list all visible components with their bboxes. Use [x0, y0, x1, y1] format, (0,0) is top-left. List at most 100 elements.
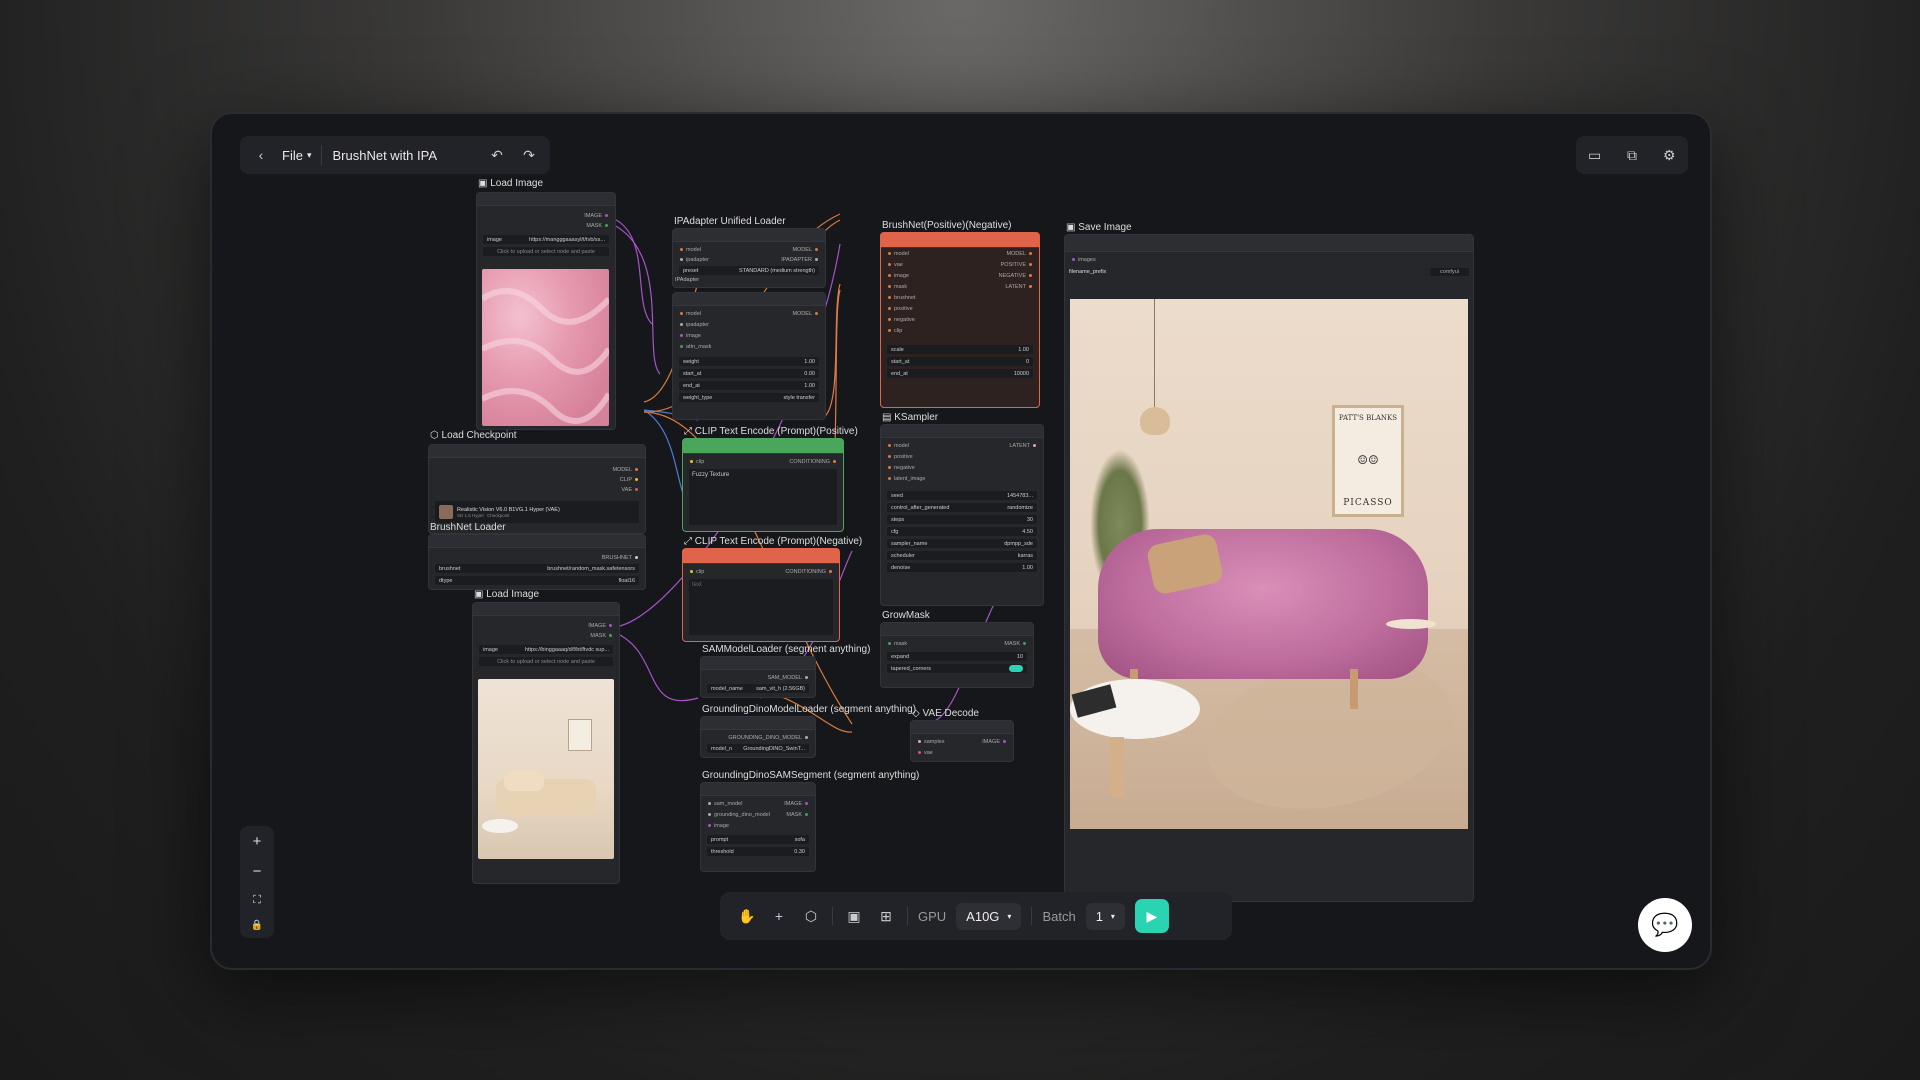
- input-mask[interactable]: mask: [885, 641, 907, 647]
- fit-view-icon[interactable]: ⛶: [253, 894, 261, 907]
- output-clip[interactable]: CLIP: [433, 475, 641, 484]
- output-conditioning[interactable]: CONDITIONING: [789, 459, 839, 465]
- input-port[interactable]: brushnet: [885, 293, 1035, 302]
- input-attn-mask[interactable]: attn_mask: [677, 342, 821, 351]
- weight-type-field[interactable]: weight_type style transfer: [679, 393, 819, 402]
- prompt-field[interactable]: prompt sofa: [707, 835, 809, 844]
- node-clip-negative[interactable]: clip CONDITIONING text: [682, 548, 840, 642]
- output-sam-model[interactable]: SAM_MODEL: [705, 673, 811, 682]
- layout-icon[interactable]: ⊞: [875, 905, 897, 927]
- input-sam-model[interactable]: sam_model: [705, 801, 742, 807]
- start-at-field[interactable]: start_at 0: [887, 357, 1033, 366]
- gdino-model-field[interactable]: model_n GroundingDINO_SwinT...: [707, 744, 809, 753]
- brushnet-field[interactable]: brushnet brushnet/random_mask.safetensors: [435, 564, 639, 573]
- upload-button[interactable]: Click to upload or select node and paste: [479, 657, 613, 666]
- plus-icon[interactable]: +: [768, 905, 790, 927]
- output-image[interactable]: IMAGE: [477, 621, 615, 630]
- node-gdino-loader[interactable]: GROUNDING_DINO_MODEL model_n GroundingDIN…: [700, 716, 816, 758]
- chevron-left-icon[interactable]: ‹: [250, 144, 272, 166]
- prompt-textarea[interactable]: Fuzzy Texture: [689, 469, 837, 525]
- hand-icon[interactable]: ✋: [736, 905, 758, 927]
- node-load-checkpoint[interactable]: MODEL CLIP VAE Realistic Vision V6.0 B1V…: [428, 444, 646, 534]
- output-gdino-model[interactable]: GROUNDING_DINO_MODEL: [705, 733, 811, 742]
- batch-select[interactable]: 1 ▾: [1085, 902, 1125, 930]
- input-port[interactable]: latent_image: [885, 474, 1039, 483]
- input-images[interactable]: images: [1069, 255, 1469, 264]
- output-mask[interactable]: MASK: [477, 631, 615, 640]
- input-port[interactable]: positive: [885, 304, 1035, 313]
- output-model[interactable]: MODEL: [792, 311, 821, 317]
- output-vae[interactable]: VAE: [433, 485, 641, 494]
- chat-button[interactable]: 💬: [1638, 898, 1692, 952]
- output-port[interactable]: POSITIVE: [885, 260, 1035, 269]
- node-clip-positive[interactable]: clip CONDITIONING Fuzzy Texture: [682, 438, 844, 532]
- input-clip[interactable]: clip: [687, 459, 704, 465]
- node-sam-loader[interactable]: SAM_MODEL model_name sam_vit_h (2.56GB): [700, 656, 816, 698]
- input-port[interactable]: negative: [885, 315, 1035, 324]
- node-brushnet[interactable]: model vae image mask brushnet positive negativ…: [880, 232, 1040, 408]
- output-ipadapter[interactable]: IPADAPTER: [781, 257, 821, 263]
- input-model[interactable]: model: [677, 247, 701, 253]
- threshold-field[interactable]: threshold 0.30: [707, 847, 809, 856]
- ksampler-widget[interactable]: denoise 1.00: [887, 563, 1037, 572]
- output-conditioning[interactable]: CONDITIONING: [785, 569, 835, 575]
- panel-icon[interactable]: ▭: [1584, 144, 1606, 166]
- node-ipadapter-loader[interactable]: model MODEL ipadapter IPADAPTER preset STAN…: [672, 228, 826, 288]
- weight-field[interactable]: weight 1.00: [679, 357, 819, 366]
- input-port[interactable]: clip: [885, 326, 1035, 335]
- ksampler-widget[interactable]: cfg 4.50: [887, 527, 1037, 536]
- gear-icon[interactable]: ⚙: [1658, 144, 1680, 166]
- input-ipadapter[interactable]: ipadapter: [677, 257, 709, 263]
- dtype-field[interactable]: dtype float16: [435, 576, 639, 585]
- lock-icon[interactable]: 🔒: [251, 920, 263, 931]
- output-image[interactable]: IMAGE: [784, 801, 811, 807]
- output-port[interactable]: LATENT: [885, 282, 1035, 291]
- node-save-image[interactable]: images filename_prefix comfyui PATT'S BLA…: [1064, 234, 1474, 902]
- output-port[interactable]: MODEL: [885, 249, 1035, 258]
- output-mask[interactable]: MASK: [1004, 641, 1029, 647]
- terminal-icon[interactable]: ▣: [843, 905, 865, 927]
- expand-field[interactable]: expand 10: [887, 652, 1027, 661]
- ksampler-widget[interactable]: seed 1454783...: [887, 491, 1037, 500]
- end-at-field[interactable]: end_at 1.00: [679, 381, 819, 390]
- input-clip[interactable]: clip: [687, 569, 704, 575]
- prompt-textarea[interactable]: text: [689, 579, 833, 635]
- output-mask[interactable]: MASK: [786, 812, 811, 818]
- output-mask[interactable]: MASK: [481, 221, 611, 230]
- image-field[interactable]: image https://mangggaaasyl/t/tvb/ss...: [483, 235, 609, 244]
- run-button[interactable]: ▶: [1134, 899, 1169, 933]
- filename-prefix-field[interactable]: filename_prefix comfyui: [1069, 267, 1469, 276]
- undo-icon[interactable]: ↶: [486, 144, 508, 166]
- sam-model-field[interactable]: model_name sam_vit_h (2.56GB): [707, 684, 809, 693]
- scale-field[interactable]: scale 1.00: [887, 345, 1033, 354]
- input-vae[interactable]: vae: [915, 748, 1009, 757]
- input-ipadapter[interactable]: ipadapter: [677, 320, 821, 329]
- input-port[interactable]: negative: [885, 463, 1039, 472]
- input-image[interactable]: image: [705, 821, 811, 830]
- queue-icon[interactable]: ⧉: [1621, 144, 1643, 166]
- node-load-image-2[interactable]: IMAGE MASK image https://binggaaaq/d/f/bt…: [472, 602, 620, 884]
- node-ksampler[interactable]: model positive negative latent_image LATENT…: [880, 424, 1044, 606]
- ksampler-widget[interactable]: sampler_name dpmpp_sde: [887, 539, 1037, 548]
- input-image[interactable]: image: [677, 331, 821, 340]
- output-image[interactable]: IMAGE: [481, 211, 611, 220]
- tapered-corners-toggle[interactable]: [1009, 665, 1023, 672]
- tapered-corners-field[interactable]: tapered_corners: [887, 664, 1027, 673]
- output-port[interactable]: NEGATIVE: [885, 271, 1035, 280]
- zoom-in-icon[interactable]: +: [253, 833, 262, 850]
- zoom-out-icon[interactable]: −: [253, 863, 262, 880]
- output-latent[interactable]: LATENT: [885, 441, 1039, 450]
- ksampler-widget[interactable]: control_after_generated randomize: [887, 503, 1037, 512]
- redo-icon[interactable]: ↷: [518, 144, 540, 166]
- gpu-select[interactable]: A10G ▾: [956, 902, 1022, 930]
- input-model[interactable]: model: [677, 311, 701, 317]
- node-gdino-segment[interactable]: sam_model IMAGE grounding_dino_model MASK …: [700, 782, 816, 872]
- file-menu[interactable]: File ▾: [282, 148, 311, 163]
- ksampler-widget[interactable]: steps 30: [887, 515, 1037, 524]
- output-brushnet[interactable]: BRUSHNET: [433, 553, 641, 562]
- node-load-image-1[interactable]: IMAGE MASK image https://mangggaaasyl/t/t…: [476, 192, 616, 430]
- node-brushnet-loader[interactable]: BRUSHNET brushnet brushnet/random_mask.sa…: [428, 534, 646, 590]
- input-samples[interactable]: samples: [915, 739, 944, 745]
- start-at-field[interactable]: start_at 0.00: [679, 369, 819, 378]
- node-ipadapter-apply[interactable]: model MODEL ipadapter image attn_mask wei…: [672, 292, 826, 420]
